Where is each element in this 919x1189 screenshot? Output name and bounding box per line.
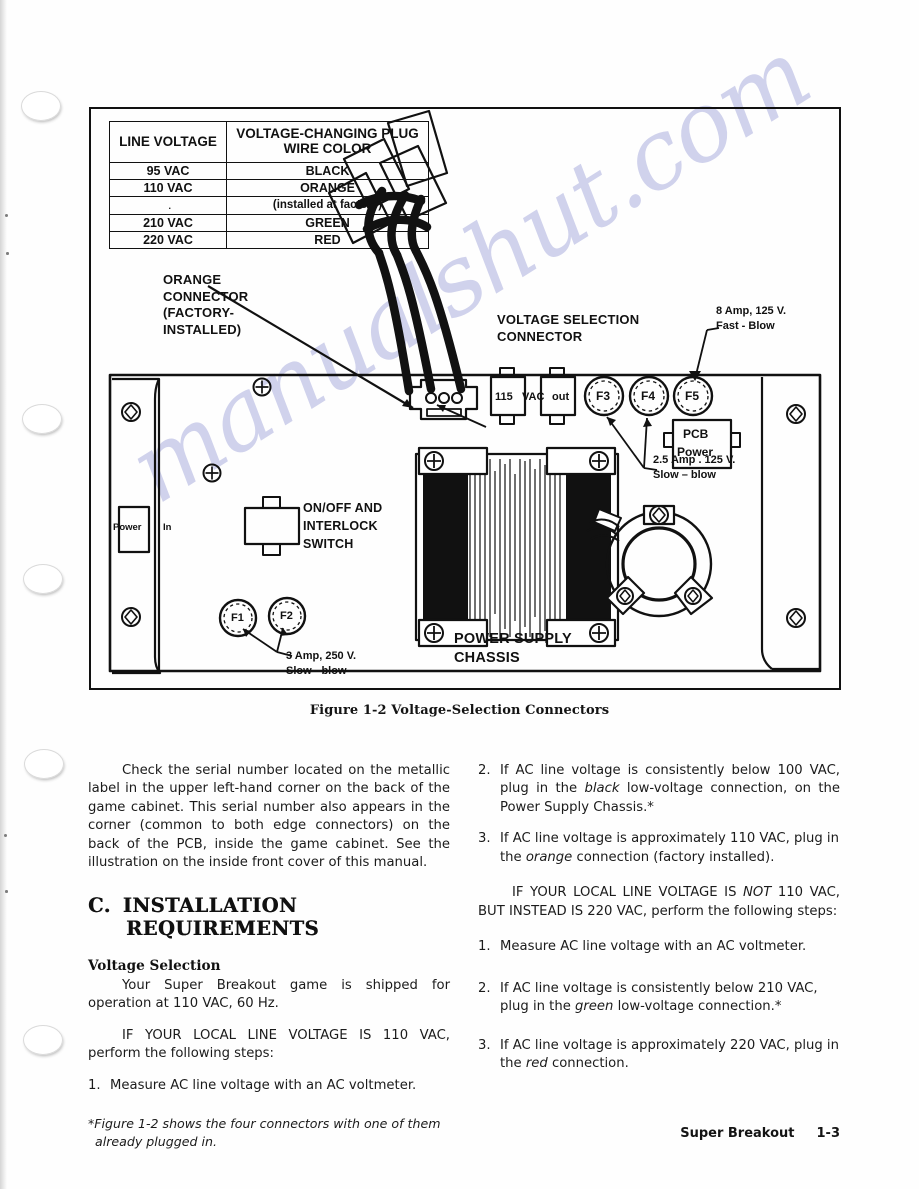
step-text-b: connection. <box>547 1056 629 1072</box>
screw <box>121 402 141 422</box>
screw <box>589 623 609 643</box>
step-text-b: low-voltage connection.* <box>613 999 782 1015</box>
screw <box>786 404 806 424</box>
voltage-selection-receptacle <box>408 378 479 421</box>
paragraph-text-a: IF YOUR LOCAL LINE VOLTAGE IS <box>512 885 744 901</box>
scan-speck <box>4 834 7 837</box>
voltage-connector-wires <box>354 186 466 396</box>
scan-speck <box>5 890 8 893</box>
step-text: Measure AC line voltage with an AC voltm… <box>110 1077 417 1093</box>
section-title-line2: REQUIREMENTS <box>126 916 319 940</box>
screw <box>424 451 444 471</box>
figure-caption: Figure 1-2 Voltage-Selection Connectors <box>309 703 610 718</box>
power-in-label-2: In <box>163 522 172 533</box>
paragraph-shipped-voltage: Your Super Breakout game is shipped for … <box>88 977 450 1012</box>
section-letter: C. <box>88 893 111 917</box>
emphasis-not: NOT <box>743 885 772 901</box>
fuse-f2-label: F2 <box>280 610 293 622</box>
callout-orange-connector: ORANGE CONNECTOR (FACTORY- INSTALLED) <box>163 272 249 337</box>
punch-hole-bottom <box>24 749 64 779</box>
screw <box>424 623 444 643</box>
step-number: 3. <box>478 831 491 847</box>
fuse-f4-label: F4 <box>641 389 656 403</box>
callout-fuse-f5: 8 Amp, 125 V. Fast - Blow <box>716 305 787 333</box>
list-item-step-3: 3. If AC line voltage is approximately 11… <box>478 830 840 867</box>
body-column-left: Check the serial number located on the m… <box>88 762 450 1150</box>
step-number: 2. <box>478 763 491 778</box>
scan-speck <box>5 214 8 217</box>
screw <box>589 451 609 471</box>
emphasis-green: green <box>575 999 614 1015</box>
screw <box>252 377 272 397</box>
interlock-switch <box>243 496 301 556</box>
footer-page-number: 1-3 <box>816 1126 841 1141</box>
outlet-115-label: 115 <box>495 391 513 403</box>
figure-1-2: LINE VOLTAGE VOLTAGE-CHANGING PLUG WIRE … <box>89 107 841 690</box>
emphasis-orange: orange <box>525 849 573 865</box>
right-panel-divider <box>760 377 773 670</box>
callout-fuse-f1-f2: 3 Amp, 250 V. Slow - blow <box>286 650 357 678</box>
screw <box>649 505 669 525</box>
screw <box>684 587 702 605</box>
paragraph-if-not-110-vac: IF YOUR LOCAL LINE VOLTAGE IS NOT 110 VA… <box>478 884 840 921</box>
punch-hole-lower <box>23 564 63 594</box>
page-edge-shadow <box>0 0 7 1189</box>
screw <box>121 607 141 627</box>
emphasis-red: red <box>525 1056 548 1072</box>
subheading-voltage-selection: Voltage Selection <box>88 957 221 974</box>
punch-hole-last <box>23 1025 63 1055</box>
list-item-step-3b: 3. If AC line voltage is approximately 22… <box>478 1037 840 1074</box>
screw <box>616 587 634 605</box>
transformer <box>414 446 620 648</box>
paragraph-if-110-vac: IF YOUR LOCAL LINE VOLTAGE IS 110 VAC, p… <box>88 1027 450 1062</box>
list-item-step-1b: 1. Measure AC line voltage with an AC vol… <box>478 938 840 956</box>
list-item-step-2b: 2. If AC line voltage is consistently bel… <box>478 980 840 1017</box>
step-number: 1. <box>88 1077 101 1093</box>
callout-interlock-switch: ON/OFF AND INTERLOCK SWITCH <box>303 501 383 552</box>
document-page: manualshut.com LINE VOLTAGE VOLTAGE-CHAN… <box>0 0 919 1189</box>
footnote-figure-1-2: *Figure 1-2 shows the four connectors wi… <box>88 1116 441 1149</box>
outlet-vac-label: VAC <box>522 391 545 403</box>
section-title-line1: INSTALLATION <box>122 893 298 917</box>
punch-hole-top <box>21 91 61 121</box>
paragraph-serial-number: Check the serial number located on the m… <box>88 763 450 871</box>
step-number: 1. <box>478 939 491 955</box>
callout-fuse-f3-f4: 2.5 Amp . 125 V. Slow – blow <box>653 454 736 482</box>
page-footer: Super Breakout 1-3 <box>478 1126 840 1141</box>
power-supply-drawing <box>108 109 822 675</box>
outlet-out-label: out <box>552 391 570 403</box>
step-number: 3. <box>478 1037 491 1053</box>
list-item-step-1: 1. Measure AC line voltage with an AC vol… <box>88 1077 450 1095</box>
punch-hole-middle <box>22 404 62 434</box>
screw <box>202 463 222 483</box>
step-number: 2. <box>478 980 491 996</box>
step-text: Measure AC line voltage with an AC voltm… <box>500 939 807 955</box>
pcb-power-label-1: PCB <box>683 427 709 441</box>
body-column-right: 2. If AC line voltage is consistently bel… <box>478 762 840 1087</box>
callout-power-supply-chassis: POWER SUPPLY CHASSIS <box>454 631 572 666</box>
scan-speck <box>6 252 9 255</box>
fuse-f3-label: F3 <box>596 389 611 403</box>
emphasis-black: black <box>584 781 620 797</box>
footer-game-title: Super Breakout <box>680 1126 795 1141</box>
fuse-f1-label: F1 <box>231 612 244 624</box>
step-text-b: connection (factory installed). <box>572 849 775 865</box>
section-heading-installation-requirements: C. INSTALLATION REQUIREMENTS <box>88 894 450 940</box>
power-in-label: Power <box>113 522 142 533</box>
callout-voltage-selection-connector: VOLTAGE SELECTION CONNECTOR <box>497 312 640 344</box>
list-item-step-2: 2. If AC line voltage is consistently bel… <box>478 762 840 817</box>
fuse-f5-label: F5 <box>685 389 700 403</box>
screw <box>786 608 806 628</box>
